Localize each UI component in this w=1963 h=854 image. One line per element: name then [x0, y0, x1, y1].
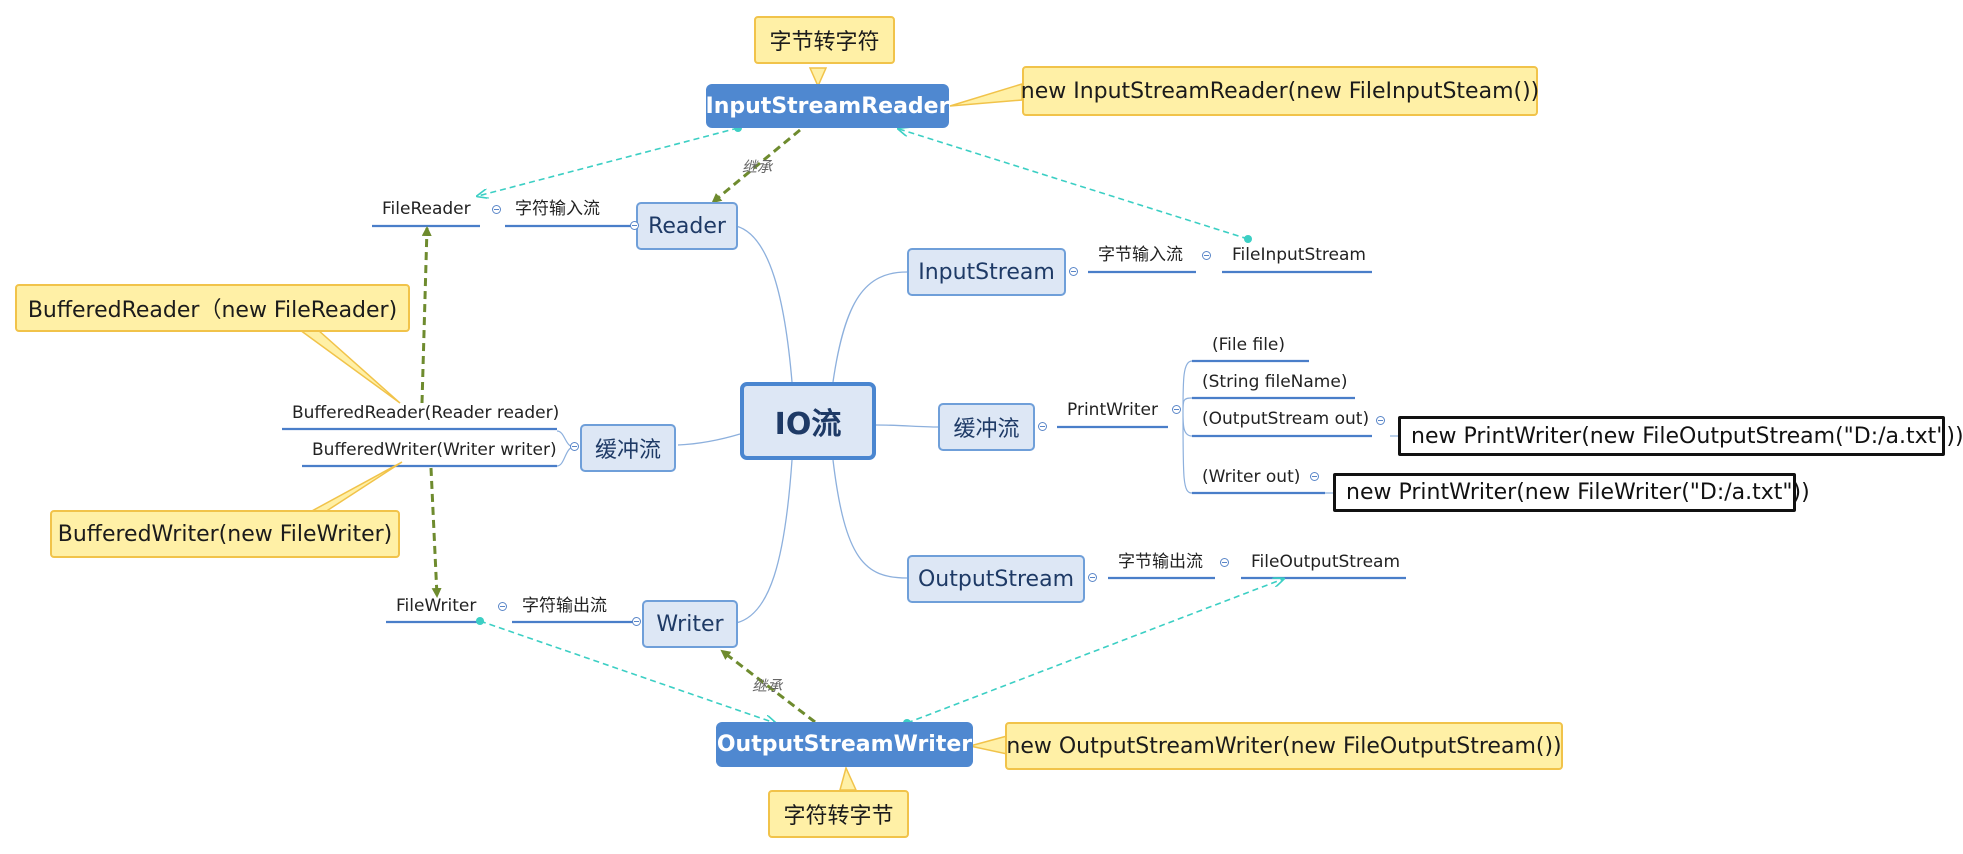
branch-line-left-buffer — [677, 433, 741, 446]
branch-line-inputstream — [832, 271, 908, 383]
collapse-toggle-writer-out[interactable] — [1310, 472, 1319, 481]
pointer-buffered-reader — [297, 329, 401, 404]
label-bufferedreader[interactable]: BufferedReader(Reader reader) — [292, 403, 559, 423]
collapse-toggle-outputstream[interactable] — [1088, 573, 1097, 582]
anchor-dot-fileinputstream — [1244, 235, 1252, 243]
collapse-toggle-fileoutputstream[interactable] — [1220, 558, 1229, 567]
anchor-dot-filewriter — [476, 617, 484, 625]
branch-line-writer — [735, 459, 793, 624]
collapse-toggle-left-buffer[interactable] — [570, 442, 579, 451]
floating-outputstreamwriter[interactable]: OutputStreamWriter — [716, 722, 973, 767]
pointer-buffered-writer — [309, 461, 403, 513]
relation-arrow-bufferedreader-filereader — [420, 226, 432, 404]
label-printwriter[interactable]: PrintWriter — [1067, 400, 1158, 420]
callout-printwriter-writer: new PrintWriter(new FileWriter("D:/a.txt… — [1333, 473, 1810, 512]
relation-arrow-bufferedwriter-filewriter — [429, 467, 442, 598]
collapse-toggle-reader[interactable] — [630, 221, 639, 230]
floating-inputstreamreader[interactable]: InputStreamReader — [706, 84, 949, 128]
topic-outputstream[interactable]: OutputStream — [907, 555, 1085, 603]
link-arrow-isr-filereader — [478, 127, 739, 196]
mind-map-canvas: IO流 Reader 缓冲流 Writer InputStream 缓冲流 Ou… — [0, 0, 1963, 854]
branch-line-right-buffer — [875, 424, 939, 428]
collapse-toggle-filereader[interactable] — [492, 205, 501, 214]
relation-label-inherit-top: 继承 — [742, 158, 773, 176]
label-fileinputstream[interactable]: FileInputStream — [1232, 245, 1366, 265]
topic-inputstream[interactable]: InputStream — [907, 248, 1066, 296]
note-isr-title: 字节转字符 — [754, 16, 895, 64]
relation-label-inherit-bottom: 继承 — [752, 677, 783, 695]
pointer-osw-example — [969, 735, 1008, 755]
collapse-toggle-filewriter[interactable] — [498, 602, 507, 611]
collapse-toggle-inputstream[interactable] — [1069, 267, 1078, 276]
topic-reader[interactable]: Reader — [636, 202, 738, 250]
bracket-printwriter — [1182, 360, 1193, 494]
label-ctor-string-filename[interactable]: (String fileName) — [1202, 372, 1347, 392]
topic-left-buffer[interactable]: 缓冲流 — [580, 424, 676, 472]
label-byte-input-stream[interactable]: 字节输入流 — [1098, 245, 1183, 265]
label-char-input-stream[interactable]: 字符输入流 — [515, 199, 600, 219]
collapse-toggle-writer[interactable] — [632, 617, 641, 626]
collapse-toggle-fileinputstream[interactable] — [1202, 251, 1211, 260]
branch-line-reader — [735, 225, 793, 383]
label-ctor-writer[interactable]: (Writer out) — [1202, 467, 1300, 487]
branch-line-outputstream — [832, 459, 908, 579]
label-filewriter[interactable]: FileWriter — [396, 596, 476, 616]
label-char-output-stream[interactable]: 字符输出流 — [522, 596, 607, 616]
collapse-toggle-printwriter[interactable] — [1172, 405, 1181, 414]
label-byte-output-stream[interactable]: 字节输出流 — [1118, 552, 1203, 572]
label-ctor-outputstream[interactable]: (OutputStream out) — [1202, 409, 1369, 429]
note-buffered-writer: BufferedWriter(new FileWriter) — [50, 510, 400, 558]
note-osw-title: 字符转字节 — [768, 790, 909, 838]
link-arrow-fileinputstream-isr — [899, 129, 1249, 240]
pointer-isr-example — [949, 82, 1023, 107]
label-fileoutputstream[interactable]: FileOutputStream — [1251, 552, 1400, 572]
pointer-osw-title — [839, 765, 858, 791]
label-ctor-file[interactable]: (File file) — [1212, 335, 1285, 355]
note-buffered-reader: BufferedReader（new FileReader) — [15, 284, 410, 332]
label-bufferedwriter[interactable]: BufferedWriter(Writer writer) — [312, 440, 557, 460]
callout-printwriter-stream: new PrintWriter(new FileOutputStream("D:… — [1398, 416, 1963, 456]
central-topic[interactable]: IO流 — [740, 382, 876, 460]
collapse-toggle-right-buffer[interactable] — [1038, 422, 1047, 431]
topic-right-buffer[interactable]: 缓冲流 — [938, 403, 1035, 451]
topic-writer[interactable]: Writer — [642, 600, 738, 648]
note-isr-example: new InputStreamReader(new FileInputSteam… — [1021, 66, 1539, 116]
label-filereader[interactable]: FileReader — [382, 199, 471, 219]
collapse-toggle-outputstream-out[interactable] — [1376, 416, 1385, 425]
note-osw-example: new OutputStreamWriter(new FileOutputStr… — [1005, 722, 1563, 770]
